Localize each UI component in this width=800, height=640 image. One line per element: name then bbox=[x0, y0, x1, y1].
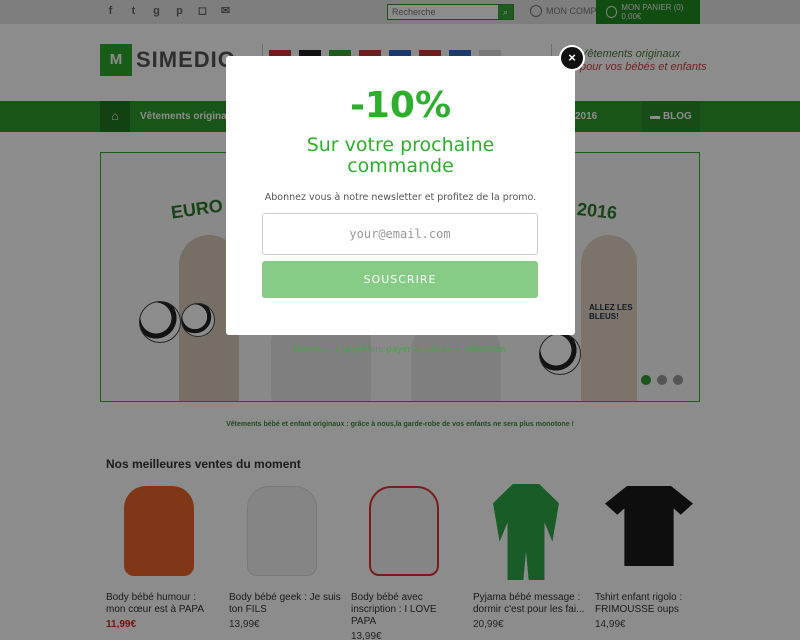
popup-discount: -10% bbox=[349, 85, 452, 126]
popup-headline: Sur votre prochaine commande bbox=[226, 135, 575, 177]
popup-subtitle: Abonnez vous à notre newsletter et profi… bbox=[264, 192, 537, 203]
no-thanks-link[interactable]: Non merci, je préfère payer le prix sans… bbox=[0, 345, 800, 355]
popup-headline-line-2: commande bbox=[347, 155, 454, 177]
newsletter-popup: -10% Sur votre prochaine commande Abonne… bbox=[226, 56, 575, 335]
subscribe-button[interactable]: SOUSCRIRE bbox=[262, 261, 538, 298]
email-field[interactable] bbox=[262, 213, 538, 255]
popup-headline-line-1: Sur votre prochaine bbox=[306, 134, 495, 156]
close-icon[interactable]: × bbox=[559, 45, 585, 71]
